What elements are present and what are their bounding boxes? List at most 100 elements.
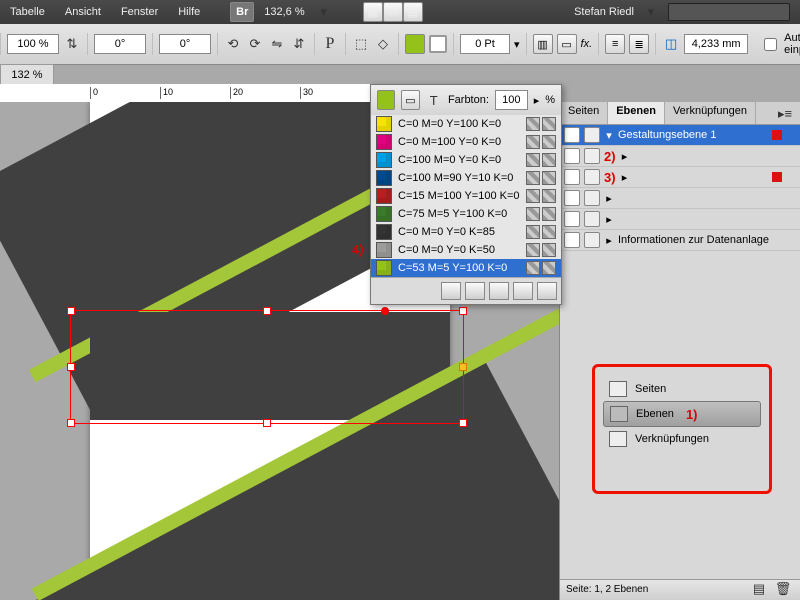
tab-seiten[interactable]: Seiten	[560, 102, 608, 124]
chevron-down-icon[interactable]: ▾	[642, 3, 660, 21]
swatch-row[interactable]: C=100 M=90 Y=10 K=0	[371, 169, 561, 187]
swatch-btn-2[interactable]	[465, 282, 485, 300]
paragraph-icon[interactable]: P	[321, 35, 339, 53]
text-fill-icon[interactable]: T	[426, 91, 442, 109]
visibility-toggle[interactable]	[564, 232, 580, 248]
menu-fenster[interactable]: Fenster	[111, 6, 168, 18]
layer-row[interactable]: ▾Gestaltungsebene 1	[560, 125, 800, 146]
color-type-icon	[542, 261, 556, 275]
align-button-2[interactable]: ≣	[629, 34, 649, 54]
visibility-toggle[interactable]	[564, 127, 580, 143]
dock-item-ebenen[interactable]: Ebenen1)	[603, 401, 761, 427]
dock-item-seiten[interactable]: Seiten	[603, 377, 761, 401]
visibility-toggle[interactable]	[564, 190, 580, 206]
layer-row[interactable]: ▸Informationen zur Datenanlage	[560, 230, 800, 251]
search-input[interactable]	[668, 3, 790, 21]
lock-toggle[interactable]	[584, 169, 600, 185]
shear-input[interactable]: 0°	[159, 34, 211, 54]
menu-hilfe[interactable]: Hilfe	[168, 6, 210, 18]
view-mode-button[interactable]: ▦	[363, 2, 383, 22]
fx-icon[interactable]: fx.	[581, 38, 593, 50]
swatch-btn-new[interactable]	[489, 282, 509, 300]
disclosure-icon[interactable]: ▸	[604, 192, 614, 205]
swatch-row[interactable]: C=75 M=5 Y=100 K=0	[371, 205, 561, 223]
flip-v-icon[interactable]: ⇵	[290, 35, 308, 53]
swatch-row[interactable]: C=0 M=100 Y=0 K=0	[371, 133, 561, 151]
fill-swatch[interactable]	[405, 34, 425, 54]
rotate-input[interactable]: 0°	[94, 34, 146, 54]
width-input[interactable]: 4,233 mm	[684, 34, 748, 54]
flip-h-icon[interactable]: ⇋	[268, 35, 286, 53]
swatch-row[interactable]: C=0 M=0 Y=0 K=85	[371, 223, 561, 241]
arrange-button[interactable]: ▤	[403, 2, 423, 22]
disclosure-icon[interactable]: ▸	[620, 171, 630, 184]
dock-item-links[interactable]: Verknüpfungen	[603, 427, 761, 451]
new-layer-icon[interactable]: ▤	[750, 580, 768, 598]
container-toggle[interactable]: ▭	[401, 90, 419, 110]
select-container-icon[interactable]: ⬚	[352, 35, 370, 53]
auto-fit-checkbox[interactable]	[764, 38, 777, 51]
screen-mode-button[interactable]: ▭	[383, 2, 403, 22]
disclosure-icon[interactable]: ▾	[604, 129, 614, 142]
tint-input[interactable]: 100	[495, 90, 528, 110]
rotate-cw-icon[interactable]: ⟳	[246, 35, 264, 53]
swatch-name: C=100 M=90 Y=10 K=0	[398, 172, 513, 184]
trash-icon[interactable]: 🗑	[774, 580, 792, 598]
layer-row[interactable]: 2) ▸	[560, 146, 800, 167]
swatch-btn-alt[interactable]	[513, 282, 533, 300]
fill-toggle[interactable]	[377, 90, 395, 110]
selection-rect[interactable]	[70, 310, 464, 424]
rotate-ccw-icon[interactable]: ⟲	[224, 35, 242, 53]
chevron-down-icon[interactable]: ▾	[514, 38, 520, 51]
select-content-icon[interactable]: ◇	[374, 35, 392, 53]
swatch-btn-1[interactable]	[441, 282, 461, 300]
chevron-down-icon[interactable]: ▾	[315, 3, 333, 21]
swatch-row[interactable]: C=0 M=0 Y=100 K=0	[371, 115, 561, 133]
swatch-row[interactable]: C=15 M=100 Y=100 K=0	[371, 187, 561, 205]
bridge-button[interactable]: Br	[230, 2, 254, 22]
menu-ansicht[interactable]: Ansicht	[55, 6, 111, 18]
visibility-toggle[interactable]	[564, 169, 580, 185]
visibility-toggle[interactable]	[564, 211, 580, 227]
lock-toggle[interactable]	[584, 211, 600, 227]
wrap-button[interactable]: ▭	[557, 34, 577, 54]
stroke-swatch[interactable]	[429, 35, 447, 53]
layer-row[interactable]: ▸	[560, 188, 800, 209]
lock-toggle[interactable]	[584, 127, 600, 143]
tab-links[interactable]: Verknüpfungen	[665, 102, 756, 124]
swatch-row[interactable]: C=53 M=5 Y=100 K=0	[371, 259, 561, 277]
color-type-icon	[542, 243, 556, 257]
document-tab[interactable]: 132 %	[0, 64, 54, 85]
color-type-icon	[542, 135, 556, 149]
swatch-name: C=100 M=0 Y=0 K=0	[398, 154, 501, 166]
annotation-4: 4)	[352, 242, 364, 257]
zoom-level[interactable]: 132,6 %	[254, 6, 314, 18]
link-icon[interactable]: ⇅	[63, 35, 81, 53]
menu-tabelle[interactable]: Tabelle	[0, 6, 55, 18]
disclosure-icon[interactable]: ▸	[604, 213, 614, 226]
stroke-weight-input[interactable]: 0 Pt	[460, 34, 510, 54]
scale-x-input[interactable]: 100 %	[7, 34, 59, 54]
swatch-row[interactable]: C=0 M=0 Y=0 K=50	[371, 241, 561, 259]
swatch-name: C=0 M=100 Y=0 K=0	[398, 136, 501, 148]
layer-row[interactable]: ▸	[560, 209, 800, 230]
layer-row[interactable]: 3)▸	[560, 167, 800, 188]
lock-toggle[interactable]	[584, 148, 600, 164]
effects-button[interactable]: ▥	[533, 34, 553, 54]
tint-arrow-icon[interactable]: ▸	[534, 94, 540, 107]
swatch-name: C=0 M=0 Y=0 K=85	[398, 226, 495, 238]
swatch-row[interactable]: C=100 M=0 Y=0 K=0	[371, 151, 561, 169]
swatch-chip	[376, 134, 392, 150]
tab-ebenen[interactable]: Ebenen	[608, 102, 665, 124]
swatch-btn-trash[interactable]	[537, 282, 557, 300]
disclosure-icon[interactable]: ▸	[620, 150, 630, 163]
lock-toggle[interactable]	[584, 232, 600, 248]
lock-toggle[interactable]	[584, 190, 600, 206]
disclosure-icon[interactable]: ▸	[604, 234, 614, 247]
annotation-2: 2)	[604, 149, 616, 164]
align-button-1[interactable]: ≡	[605, 34, 625, 54]
panel-menu-icon[interactable]: ▸≡	[770, 102, 800, 126]
user-name[interactable]: Stefan Riedl	[574, 6, 634, 18]
frame-fit-icon[interactable]: ◫	[662, 35, 680, 53]
visibility-toggle[interactable]	[564, 148, 580, 164]
